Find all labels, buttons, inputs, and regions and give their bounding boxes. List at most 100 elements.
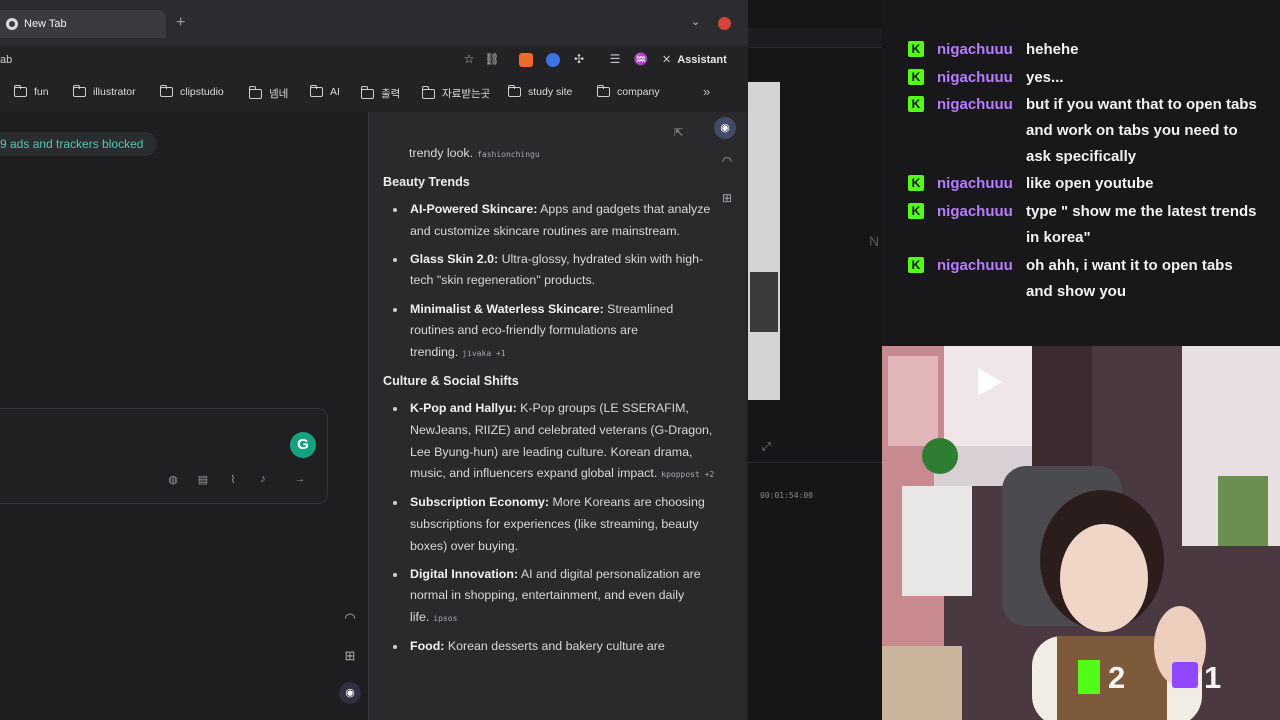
bullet-term: Subscription Economy: [410,495,550,510]
source-citation[interactable]: ipsos [433,614,457,623]
twitch-viewer-count: 1 [1204,660,1222,695]
bookmark-folder-clipstudio[interactable]: clipstudio [159,84,224,98]
folder-icon [596,84,610,97]
tab-title: New Tab [24,18,67,30]
bookmark-folder-downloads[interactable]: 자료받는곳 [421,86,490,101]
assistant-response: trendy look. fashionchingu Beauty Trends AI… [383,140,717,664]
bookmark-star-icon[interactable]: ☆ [461,52,477,66]
bullet-term: AI-Powered Skincare: [410,202,538,217]
fullscreen-icon[interactable]: ⤢ [762,441,771,454]
adblock-stat-pill[interactable]: 9 ads and trackers blocked [0,132,158,156]
apps-grid-icon[interactable]: ⊞ [340,648,360,664]
attachment-icon[interactable]: ⌇ [226,473,240,486]
face [1060,524,1148,632]
search-box[interactable] [0,408,328,504]
new-tab-button[interactable]: + [176,14,185,32]
bullet-item: Food: Korean desserts and bakery culture… [383,636,717,658]
kick-viewer-count: 2 [1108,660,1126,695]
bookmark-label: AI [330,86,340,98]
storage-drawers [902,486,972,596]
bookmark-folder-nemne[interactable]: 넴네 [248,86,288,101]
folder-icon [360,86,374,99]
bullet-item: K-Pop and Hallyu: K-Pop groups (LE SSERA… [383,398,717,485]
bookmark-folder-study-site[interactable]: study site [507,84,573,98]
menu-lines-icon[interactable]: ☰ [607,52,623,66]
chat-username[interactable]: nigachuuu [937,92,1013,118]
tab-bar: New Tab + ⌄ [0,0,748,46]
address-bar-text[interactable]: ab [0,54,12,66]
kick-badge-icon: K [908,257,924,273]
apps-grid-icon[interactable]: ⊞ [717,191,737,205]
audio-wave-icon[interactable]: ♒ [633,52,649,66]
chat-text: like open youtube [1026,175,1154,192]
tab-list-chevron-icon[interactable]: ⌄ [691,15,700,28]
source-citation[interactable]: jivaka +1 [462,349,505,358]
folder-icon [72,84,86,97]
grammarly-icon[interactable]: G [290,432,316,458]
browser-window: New Tab + ⌄ ab ☆ ⛓ ✣ ☰ ♒ ✕ Assistant fun … [0,0,748,720]
assistant-bot-icon[interactable]: ◉ [714,117,736,139]
chat-username[interactable]: nigachuuu [937,199,1013,225]
bookmark-folder-fun[interactable]: fun [13,84,49,98]
close-icon[interactable]: ✕ [662,54,671,66]
bookmark-folder-ai[interactable]: AI [309,84,340,98]
bookmark-label: study site [528,86,573,98]
chat-username[interactable]: nigachuuu [937,171,1013,197]
twitch-logo-icon [1172,662,1198,688]
intro-trailing-text: trendy look. fashionchingu [409,143,717,166]
assistant-button[interactable]: ✕ Assistant [662,53,727,66]
browser-logo-icon [6,18,18,30]
globe-icon[interactable]: ◍ [166,473,180,486]
record-indicator-icon[interactable] [718,17,731,30]
folder-icon [159,84,173,97]
editor-toolbar [748,28,882,48]
plants [1218,476,1268,546]
divider [748,462,882,463]
chat-text: oh ahh, i want it to open tabs and show … [1026,257,1233,300]
bookmarks-bar: fun illustrator clipstudio 넴네 AI 출력 자료받는… [0,80,748,106]
bookmark-folder-illustrator[interactable]: illustrator [72,84,136,98]
intro-text: trendy look. [409,146,474,160]
link-icon[interactable]: ⛓ [484,52,500,66]
assistant-bot-icon[interactable]: ◉ [339,682,361,704]
bookmark-label: clipstudio [180,86,224,98]
bullet-term: Glass Skin 2.0: [410,251,499,266]
bookmark-folder-output[interactable]: 출력 [360,86,401,101]
bookmark-folder-company[interactable]: company [596,84,660,98]
headphones-icon[interactable]: ◠ [340,610,360,626]
bullet-term: Minimalist & Waterless Skincare: [410,301,604,316]
stream-chat: K nigachuuu hehehe K nigachuuu yes... K … [882,0,1280,346]
stack-icon[interactable]: ▤ [196,473,210,486]
clipped-text-line [409,133,717,143]
chat-username[interactable]: nigachuuu [937,37,1013,63]
extension-blue-icon[interactable] [546,53,560,67]
chat-text: but if you want that to open tabs and wo… [1026,96,1257,165]
send-arrow-icon[interactable]: → [293,473,307,485]
section-heading: Culture & Social Shifts [383,373,519,388]
timeline-timecode: 00:01:54:00 [760,491,813,500]
headphones-icon[interactable]: ◠ [717,154,737,168]
folder-icon [13,84,27,97]
extensions-puzzle-icon[interactable]: ✣ [571,52,587,66]
source-citation[interactable]: kpoppost +2 [661,470,714,479]
bullet-term: Food: [410,638,445,653]
bullet-item: Minimalist & Waterless Skincare: Streaml… [383,299,717,365]
chat-username[interactable]: nigachuuu [937,253,1013,279]
microphone-icon[interactable]: ♪ [256,473,270,485]
shelf-display [944,346,1034,446]
bookmark-label: 출력 [381,88,401,100]
bookmark-label: company [617,86,660,98]
shadow-area [1032,346,1092,466]
editor-preview [748,82,780,400]
bookmark-label: illustrator [93,86,136,98]
bullet-item: Glass Skin 2.0: Ultra-glossy, hydrated s… [383,249,717,292]
chat-username[interactable]: nigachuuu [937,65,1013,91]
kick-badge-icon: K [908,69,924,85]
screen: New Tab + ⌄ ab ☆ ⛓ ✣ ☰ ♒ ✕ Assistant fun … [0,0,1280,720]
open-external-icon[interactable]: ⇱ [674,126,683,139]
source-citation[interactable]: fashionchingu [477,150,540,159]
extension-orange-icon[interactable] [519,53,533,67]
bookmarks-overflow-chevron-icon[interactable]: » [703,84,710,99]
tab-new-tab[interactable]: New Tab [0,10,166,38]
desk-clutter [882,646,962,720]
